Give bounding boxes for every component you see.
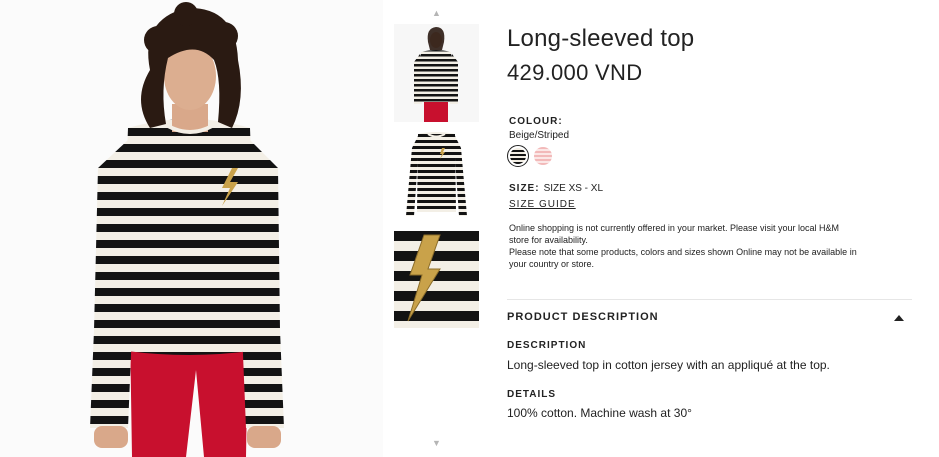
- description-label: DESCRIPTION: [507, 340, 587, 351]
- details-label: DETAILS: [507, 389, 557, 400]
- thumbnail-detail[interactable]: [394, 231, 479, 328]
- size-row: SIZE: SIZE XS - XL: [509, 183, 603, 194]
- swatch-pink-striped-fill: [534, 147, 552, 165]
- availability-notice-line-2: Please note that some products, colors a…: [509, 247, 857, 269]
- thumbnail-flat[interactable]: [394, 128, 479, 226]
- thumbnail-up-arrow-icon[interactable]: ▲: [393, 8, 480, 18]
- swatch-beige-striped-fill: [510, 148, 526, 164]
- product-description-header: PRODUCT DESCRIPTION: [507, 311, 659, 323]
- thumbnail-detail-image: [394, 231, 479, 328]
- model-photo: [0, 0, 383, 457]
- availability-notice: Online shopping is not currently offered…: [509, 222, 859, 270]
- description-text: Long-sleeved top in cotton jersey with a…: [507, 358, 830, 372]
- product-info-panel: Long-sleeved top 429.000 VND COLOUR: Bei…: [507, 0, 912, 457]
- colour-selected-value: Beige/Striped: [509, 130, 570, 141]
- thumbnail-down-arrow-icon[interactable]: ▼: [393, 438, 480, 448]
- thumbnail-flat-image: [394, 128, 479, 226]
- product-price: 429.000 VND: [507, 60, 643, 85]
- product-title: Long-sleeved top: [507, 25, 695, 52]
- size-guide-link[interactable]: SIZE GUIDE: [509, 199, 576, 210]
- swatch-pink-striped[interactable]: [532, 145, 554, 167]
- details-text: 100% cotton. Machine wash at 30°: [507, 406, 692, 420]
- caret-up-icon: [894, 315, 904, 321]
- thumbnail-strip: ▲ ▼: [393, 0, 480, 457]
- availability-notice-line-1: Online shopping is not currently offered…: [509, 223, 839, 245]
- swatch-beige-striped[interactable]: [507, 145, 529, 167]
- size-value: SIZE XS - XL: [543, 183, 604, 194]
- size-label: SIZE:: [509, 183, 540, 194]
- product-description-toggle[interactable]: PRODUCT DESCRIPTION: [507, 311, 904, 327]
- section-divider: [507, 299, 912, 300]
- colour-label: COLOUR:: [509, 116, 563, 127]
- main-product-image[interactable]: [0, 0, 383, 457]
- thumbnail-model-image: [394, 24, 479, 122]
- thumbnail-model[interactable]: [394, 24, 479, 122]
